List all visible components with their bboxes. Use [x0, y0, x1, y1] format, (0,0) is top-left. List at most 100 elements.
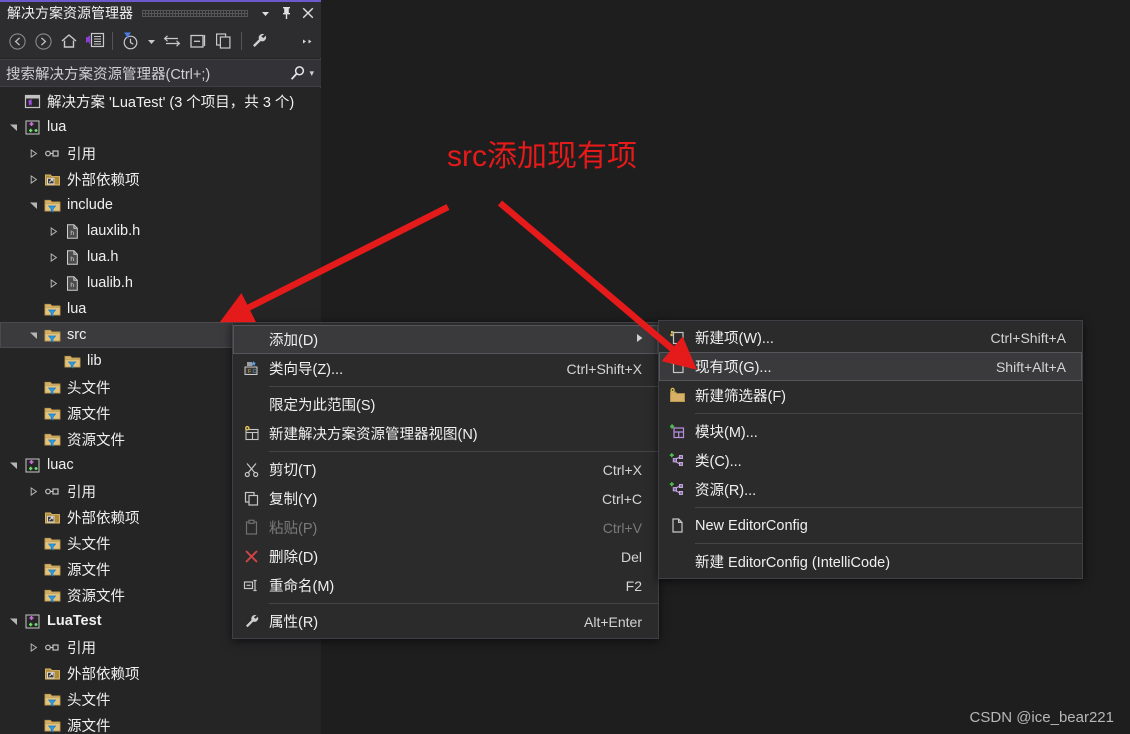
close-icon[interactable] — [297, 2, 318, 24]
filter-folder-icon — [41, 327, 63, 344]
tree-row[interactable]: 解决方案 'LuaTest' (3 个项目，共 3 个) — [0, 88, 321, 114]
menu-item-shortcut: Shift+Alt+A — [995, 358, 1066, 375]
menu-item-new-item[interactable]: 新建项(W)... Ctrl+Shift+A — [659, 323, 1082, 352]
chevron-right-icon[interactable] — [26, 486, 41, 496]
tree-row-label: 外部依赖项 — [67, 172, 140, 189]
scissors-icon — [233, 461, 269, 478]
header-file-icon: h — [61, 249, 83, 266]
chevron-right-icon[interactable] — [46, 278, 61, 288]
menu-item-cut[interactable]: 剪切(T) Ctrl+X — [233, 455, 658, 484]
external-deps-icon — [41, 509, 63, 526]
tree-row[interactable]: 外部依赖项 — [0, 660, 321, 686]
properties-wrench-icon[interactable] — [246, 28, 272, 54]
toolbar-separator-2 — [241, 32, 242, 50]
tree-row-label: 解决方案 'LuaTest' (3 个项目，共 3 个) — [47, 94, 295, 111]
filter-folder-icon — [41, 717, 63, 734]
tree-row[interactable]: 头文件 — [0, 686, 321, 712]
collapse-all-icon[interactable] — [185, 28, 211, 54]
show-all-files-icon[interactable] — [211, 28, 237, 54]
menu-item-new-editorconfig[interactable]: New EditorConfig — [659, 511, 1082, 540]
copy-icon — [233, 490, 269, 507]
menu-item-label: 新建项(W)... — [695, 331, 774, 347]
tree-row-label: 头文件 — [67, 380, 111, 397]
chevron-down-icon[interactable] — [6, 461, 21, 470]
pending-changes-icon[interactable] — [117, 28, 143, 54]
chevron-right-icon[interactable] — [46, 252, 61, 262]
overflow-chevrons-icon[interactable] — [301, 28, 317, 54]
menu-item-new-solution-explorer-view[interactable]: 新建解决方案资源管理器视图(N) — [233, 419, 658, 448]
panel-dropdown-icon[interactable] — [255, 2, 276, 24]
sync-with-active-document-icon[interactable] — [159, 28, 185, 54]
forward-icon[interactable] — [30, 28, 56, 54]
filter-folder-icon — [41, 379, 63, 396]
tree-row[interactable]: lua — [0, 114, 321, 140]
chevron-right-icon[interactable] — [26, 148, 41, 158]
add-class-icon — [659, 452, 695, 469]
svg-text:h: h — [70, 282, 74, 289]
tree-row[interactable]: 引用 — [0, 140, 321, 166]
tree-row[interactable]: h lualib.h — [0, 270, 321, 296]
tree-row[interactable]: h lauxlib.h — [0, 218, 321, 244]
cpp-project-icon — [21, 613, 43, 630]
tree-row-label: include — [67, 197, 113, 213]
menu-item-paste[interactable]: 粘贴(P) Ctrl+V — [233, 513, 658, 542]
rename-icon — [233, 577, 269, 594]
context-menu[interactable]: 添加(D) F C 类向导(Z)... Ctrl+Shift+X 限定为此范围(S)… — [232, 322, 659, 639]
menu-separator — [695, 507, 1082, 508]
tree-row-label: 引用 — [67, 146, 96, 163]
solution-explorer-icon[interactable] — [82, 28, 108, 54]
menu-item-properties[interactable]: 属性(R) Alt+Enter — [233, 607, 658, 636]
paste-icon — [233, 519, 269, 536]
chevron-right-icon[interactable] — [26, 642, 41, 652]
dropdown-caret-icon[interactable] — [143, 28, 159, 54]
home-icon[interactable] — [56, 28, 82, 54]
menu-item-new-editorconfig-intellicode[interactable]: 新建 EditorConfig (IntelliCode) — [659, 547, 1082, 576]
search-input[interactable]: 搜索解决方案资源管理器(Ctrl+;) — [0, 63, 289, 84]
chevron-down-icon[interactable] — [26, 201, 41, 210]
chevron-right-icon[interactable] — [26, 174, 41, 184]
panel-toolbar — [0, 24, 321, 58]
tree-row[interactable]: 源文件 — [0, 712, 321, 734]
menu-item-add[interactable]: 添加(D) — [233, 325, 658, 354]
menu-item-module[interactable]: 模块(M)... — [659, 417, 1082, 446]
tree-row[interactable]: include — [0, 192, 321, 218]
menu-item-existing-item[interactable]: 现有项(G)... Shift+Alt+A — [659, 352, 1082, 381]
menu-item-scope-to-this[interactable]: 限定为此范围(S) — [233, 390, 658, 419]
menu-item-class-wizard[interactable]: F C 类向导(Z)... Ctrl+Shift+X — [233, 354, 658, 383]
tree-row[interactable]: h lua.h — [0, 244, 321, 270]
menu-item-copy[interactable]: 复制(Y) Ctrl+C — [233, 484, 658, 513]
module-icon — [659, 423, 695, 440]
tree-row-label: 资源文件 — [67, 432, 125, 449]
tree-row[interactable]: lua — [0, 296, 321, 322]
menu-item-new-filter[interactable]: 新建筛选器(F) — [659, 381, 1082, 410]
menu-separator — [269, 386, 658, 387]
menu-item-rename[interactable]: 重命名(M) F2 — [233, 571, 658, 600]
add-submenu[interactable]: 新建项(W)... Ctrl+Shift+A 现有项(G)... Shift+Alt… — [658, 320, 1083, 579]
drag-grip[interactable] — [142, 9, 248, 17]
chevron-down-icon[interactable] — [26, 331, 41, 340]
menu-separator — [269, 451, 658, 452]
menu-item-label: 复制(Y) — [269, 492, 318, 508]
tree-row-label: lua — [67, 301, 87, 317]
menu-item-resource[interactable]: 资源(R)... — [659, 475, 1082, 504]
existing-item-icon — [659, 358, 695, 375]
tree-row-label: 引用 — [67, 484, 96, 501]
chevron-down-icon[interactable] — [6, 123, 21, 132]
external-deps-icon — [41, 171, 63, 188]
chevron-down-icon[interactable] — [6, 617, 21, 626]
file-icon — [659, 517, 695, 534]
tree-row[interactable]: 外部依赖项 — [0, 166, 321, 192]
search-box[interactable]: 搜索解决方案资源管理器(Ctrl+;) ▾ — [0, 59, 321, 87]
back-icon[interactable] — [4, 28, 30, 54]
menu-item-delete[interactable]: 删除(D) Del — [233, 542, 658, 571]
solution-icon — [21, 93, 43, 110]
search-dropdown-caret-icon[interactable]: ▾ — [309, 68, 321, 79]
menu-item-label: 属性(R) — [269, 615, 319, 631]
pin-icon[interactable] — [276, 2, 297, 24]
menu-item-shortcut: Ctrl+C — [601, 490, 642, 507]
menu-item-class[interactable]: 类(C)... — [659, 446, 1082, 475]
menu-item-label: 新建解决方案资源管理器视图(N) — [269, 427, 478, 443]
chevron-right-icon[interactable] — [46, 226, 61, 236]
filter-folder-icon — [41, 431, 63, 448]
menu-item-shortcut: Del — [620, 548, 642, 565]
